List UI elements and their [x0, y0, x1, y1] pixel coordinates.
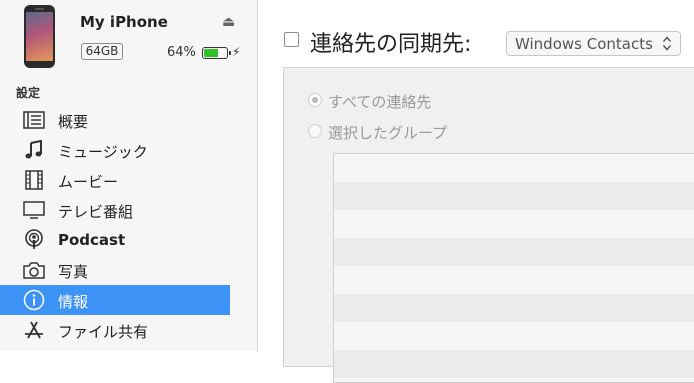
- battery-fill: [204, 49, 218, 57]
- sidebar-item-tv-shows[interactable]: テレビ番組: [0, 195, 230, 225]
- settings-section-label: 設定: [16, 86, 41, 100]
- sidebar-item-label: テレビ番組: [58, 203, 134, 221]
- list-item: [334, 350, 694, 378]
- selected-groups-radio[interactable]: [308, 124, 322, 138]
- sync-source-select[interactable]: Windows Contacts: [506, 31, 681, 56]
- sidebar-item-label: ファイル共有: [58, 323, 149, 341]
- list-item: [334, 154, 694, 182]
- app-store-icon: [22, 320, 46, 340]
- info-pane: 連絡先の同期先: Windows Contacts すべての連絡先 選択したグル…: [258, 0, 694, 383]
- sidebar-item-label: ミュージック: [58, 143, 148, 161]
- contacts-options-panel: すべての連絡先 選択したグループ: [283, 67, 694, 383]
- list-item: [334, 238, 694, 266]
- music-note-icon: [22, 140, 46, 160]
- sidebar-item-label: 概要: [58, 113, 89, 131]
- podcast-icon: [22, 229, 46, 250]
- battery-icon: [202, 47, 231, 59]
- selected-groups-label: 選択したグループ: [328, 124, 448, 142]
- all-contacts-radio[interactable]: [308, 93, 322, 107]
- sync-contacts-title: 連絡先の同期先:: [310, 32, 472, 57]
- eject-icon[interactable]: ⏏: [222, 14, 238, 30]
- tv-icon: [22, 200, 46, 220]
- sidebar-item-summary[interactable]: 概要: [0, 105, 230, 135]
- sidebar-item-photos[interactable]: 写真: [0, 255, 230, 285]
- battery-percent: 64%: [167, 45, 196, 60]
- all-contacts-label: すべての連絡先: [328, 93, 432, 111]
- device-name: My iPhone: [80, 13, 168, 31]
- summary-list-icon: [22, 110, 46, 130]
- sidebar-item-info[interactable]: 情報: [0, 285, 230, 315]
- list-item: [334, 294, 694, 322]
- sync-source-value: Windows Contacts: [515, 35, 653, 53]
- list-item: [334, 182, 694, 210]
- list-item: [334, 210, 694, 238]
- sidebar-item-label: 情報: [58, 293, 89, 311]
- sidebar: My iPhone ⏏ 64GB 64% ⚡ 設定 概要 ミュージック ムービー…: [0, 0, 258, 351]
- capacity-badge: 64GB: [81, 43, 123, 60]
- sidebar-item-label: Podcast: [58, 231, 126, 249]
- sidebar-item-label: 写真: [58, 263, 89, 281]
- select-arrows-icon: [662, 36, 672, 51]
- sidebar-item-podcast[interactable]: Podcast: [0, 225, 230, 255]
- iphone-thumbnail: [24, 5, 55, 68]
- sidebar-item-file-sharing[interactable]: ファイル共有: [0, 315, 230, 345]
- info-icon: [22, 289, 46, 311]
- sync-contacts-checkbox[interactable]: [284, 32, 299, 47]
- device-header[interactable]: My iPhone ⏏ 64GB 64% ⚡: [0, 0, 257, 76]
- sidebar-item-movies[interactable]: ムービー: [0, 165, 230, 195]
- charging-bolt-icon: ⚡: [232, 45, 241, 59]
- sidebar-nav: 概要 ミュージック ムービー テレビ番組 Podcast 写真 情報 ファイル共…: [0, 105, 257, 345]
- list-item: [334, 322, 694, 350]
- group-list[interactable]: [333, 153, 694, 383]
- sidebar-item-music[interactable]: ミュージック: [0, 135, 230, 165]
- film-icon: [22, 170, 46, 190]
- camera-icon: [22, 260, 46, 280]
- list-item: [334, 266, 694, 294]
- sidebar-item-label: ムービー: [58, 173, 119, 191]
